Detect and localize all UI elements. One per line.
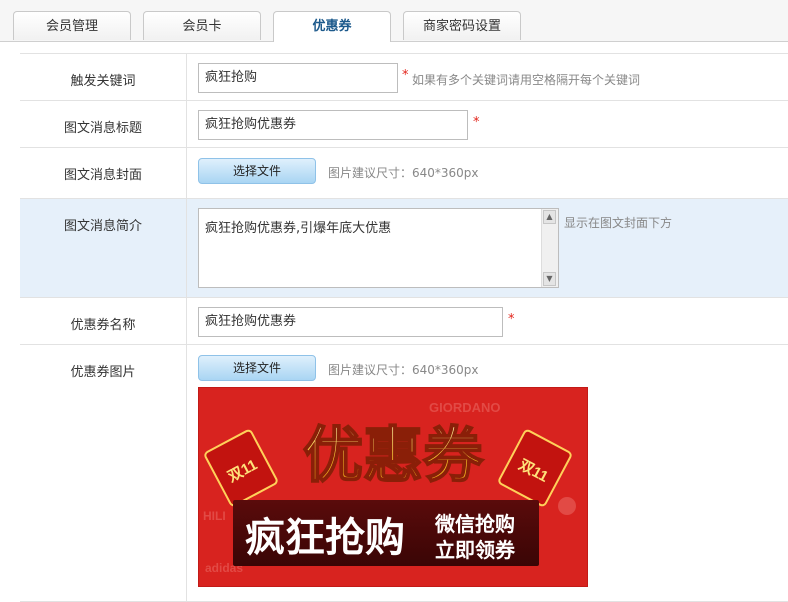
news-summary-textarea[interactable]: 疯狂抢购优惠券,引爆年底大优惠 ▲ ▼ bbox=[198, 208, 559, 288]
tab-coupon[interactable]: 优惠券 bbox=[273, 11, 391, 42]
scroll-down-icon[interactable]: ▼ bbox=[543, 272, 556, 286]
row-coupon-image: 优惠券图片 选择文件 图片建议尺寸：640*360px GIORDANO HIL… bbox=[20, 344, 788, 602]
tab-bar: 会员管理 会员卡 优惠券 商家密码设置 bbox=[0, 0, 788, 42]
keyword-hint: 如果有多个关键词请用空格隔开每个关键词 bbox=[412, 73, 641, 87]
keyword-input[interactable]: 疯狂抢购 bbox=[198, 63, 398, 93]
keyword-label: 触发关键词 bbox=[20, 54, 187, 100]
textarea-scrollbar[interactable]: ▲ ▼ bbox=[541, 209, 558, 287]
row-coupon-name: 优惠券名称 疯狂抢购优惠券 * bbox=[20, 297, 788, 344]
news-summary-label: 图文消息简介 bbox=[20, 199, 187, 297]
coupon-banner-graphic: GIORDANO HILI adidas 双11 双11 优惠券 疯狂抢购 微信… bbox=[199, 388, 587, 586]
coupon-image-hint: 图片建议尺寸：640*360px bbox=[328, 363, 479, 377]
coupon-name-required-mark: * bbox=[508, 312, 515, 327]
coupon-image-choose-file-button[interactable]: 选择文件 bbox=[198, 355, 316, 381]
banner-title: 优惠券 bbox=[303, 421, 484, 491]
coupon-name-input[interactable]: 疯狂抢购优惠券 bbox=[198, 307, 503, 337]
news-cover-label: 图文消息封面 bbox=[20, 148, 187, 198]
coupon-name-label: 优惠券名称 bbox=[20, 298, 187, 344]
scroll-up-icon[interactable]: ▲ bbox=[543, 210, 556, 224]
coupon-image-preview: GIORDANO HILI adidas 双11 双11 优惠券 疯狂抢购 微信… bbox=[198, 387, 588, 587]
news-summary-hint: 显示在图文封面下方 bbox=[564, 216, 673, 230]
row-keyword: 触发关键词 疯狂抢购 * 如果有多个关键词请用空格隔开每个关键词 bbox=[20, 53, 788, 100]
tab-member-management[interactable]: 会员管理 bbox=[13, 11, 131, 40]
keyword-required-mark: * bbox=[402, 68, 409, 83]
news-cover-hint: 图片建议尺寸：640*360px bbox=[328, 166, 479, 180]
row-news-title: 图文消息标题 疯狂抢购优惠券 * bbox=[20, 100, 788, 147]
tab-merchant-password[interactable]: 商家密码设置 bbox=[403, 11, 521, 40]
row-news-cover: 图文消息封面 选择文件 图片建议尺寸：640*360px bbox=[20, 147, 788, 198]
svg-text:HILI: HILI bbox=[203, 509, 226, 523]
news-cover-choose-file-button[interactable]: 选择文件 bbox=[198, 158, 316, 184]
banner-side-line2: 立即领券 bbox=[435, 538, 516, 562]
news-title-label: 图文消息标题 bbox=[20, 101, 187, 147]
row-news-summary: 图文消息简介 疯狂抢购优惠券,引爆年底大优惠 ▲ ▼ 显示在图文封面下方 bbox=[20, 198, 788, 297]
svg-text:GIORDANO: GIORDANO bbox=[429, 400, 501, 415]
news-title-input[interactable]: 疯狂抢购优惠券 bbox=[198, 110, 468, 140]
news-summary-text: 疯狂抢购优惠券,引爆年底大优惠 bbox=[205, 221, 392, 236]
banner-side-line1: 微信抢购 bbox=[434, 512, 515, 536]
coupon-image-label: 优惠券图片 bbox=[20, 345, 187, 601]
banner-slogan: 疯狂抢购 bbox=[245, 515, 405, 561]
tab-member-card[interactable]: 会员卡 bbox=[143, 11, 261, 40]
news-title-required-mark: * bbox=[473, 115, 480, 130]
